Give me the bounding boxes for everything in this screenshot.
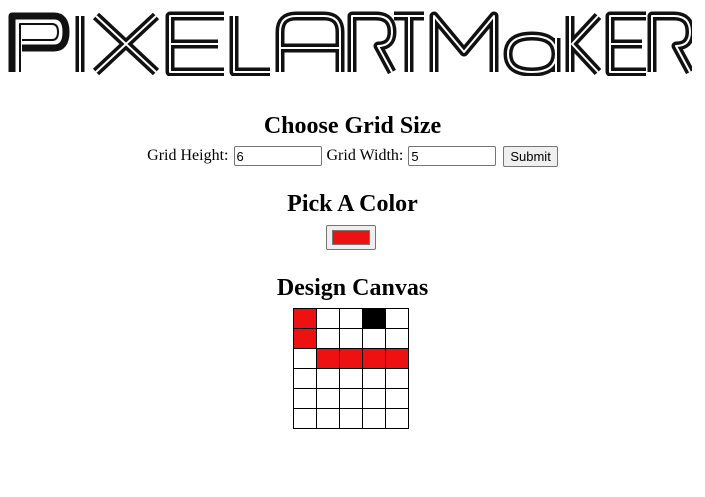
pixel-art-maker-logo	[8, 11, 692, 76]
canvas-cell[interactable]	[293, 368, 317, 389]
grid-width-input[interactable]	[408, 146, 497, 167]
pick-a-color-heading: Pick A Color	[287, 191, 418, 217]
grid-height-input[interactable]	[233, 146, 322, 167]
color-picker[interactable]	[326, 225, 376, 250]
canvas-row	[293, 348, 409, 369]
canvas-cell[interactable]	[339, 328, 363, 349]
canvas-cell[interactable]	[316, 328, 340, 349]
page: Choose Grid Size Grid Height: Grid Width…	[0, 0, 705, 497]
canvas-cell[interactable]	[385, 408, 409, 429]
grid-size-form: Grid Height: Grid Width: Submit	[0, 145, 705, 167]
canvas-cell[interactable]	[385, 308, 409, 329]
canvas-cell[interactable]	[362, 328, 386, 349]
canvas-cell[interactable]	[339, 348, 363, 369]
canvas-row	[293, 388, 409, 409]
canvas-cell[interactable]	[362, 408, 386, 429]
choose-grid-size-heading: Choose Grid Size	[263, 113, 442, 139]
canvas-cell[interactable]	[316, 388, 340, 409]
canvas-cell[interactable]	[316, 408, 340, 429]
canvas-cell[interactable]	[339, 388, 363, 409]
canvas-cell[interactable]	[316, 308, 340, 329]
canvas-row	[293, 308, 409, 329]
canvas-cell[interactable]	[339, 408, 363, 429]
canvas-cell[interactable]	[293, 328, 317, 349]
canvas-cell[interactable]	[362, 348, 386, 369]
canvas-cell[interactable]	[293, 408, 317, 429]
canvas-cell[interactable]	[385, 368, 409, 389]
canvas-cell[interactable]	[293, 388, 317, 409]
canvas-cell[interactable]	[385, 328, 409, 349]
canvas-cell[interactable]	[385, 388, 409, 409]
canvas-cell[interactable]	[339, 368, 363, 389]
canvas-cell[interactable]	[362, 388, 386, 409]
canvas-cell[interactable]	[362, 368, 386, 389]
submit-button[interactable]: Submit	[503, 145, 558, 167]
canvas-cell[interactable]	[316, 368, 340, 389]
design-canvas-heading: Design Canvas	[276, 275, 429, 301]
canvas-row	[293, 368, 409, 389]
color-swatch	[332, 230, 370, 245]
canvas-row	[293, 328, 409, 349]
canvas-cell[interactable]	[385, 348, 409, 369]
canvas-cell[interactable]	[293, 348, 317, 369]
canvas-cell[interactable]	[339, 308, 363, 329]
canvas-cell[interactable]	[293, 308, 317, 329]
pixel-canvas	[293, 308, 409, 429]
canvas-row	[293, 408, 409, 429]
canvas-cell[interactable]	[362, 308, 386, 329]
grid-width-label: Grid Width:	[326, 147, 404, 164]
grid-height-label: Grid Height:	[147, 147, 229, 164]
canvas-cell[interactable]	[316, 348, 340, 369]
